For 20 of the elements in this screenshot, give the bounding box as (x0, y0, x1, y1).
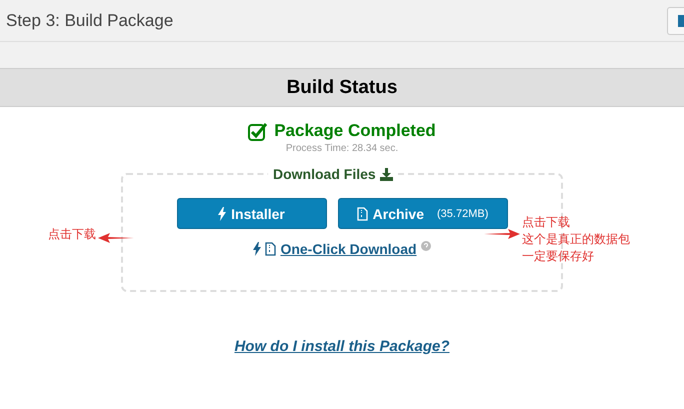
download-icon (380, 168, 393, 180)
help-link[interactable]: How do I install this Package? (234, 338, 450, 355)
lightning-icon (218, 206, 226, 220)
page-title: Step 3: Build Package (6, 10, 174, 30)
file-size: (35.72MB) (437, 208, 488, 220)
panel-icon (678, 14, 684, 26)
lightning-icon (253, 242, 262, 256)
one-click-link[interactable]: One-Click Download (280, 241, 417, 257)
installer-button[interactable]: Installer (176, 198, 326, 229)
annotation-text: 点击下载 (48, 226, 96, 243)
archive-button[interactable]: Archive (35.72MB) (338, 198, 508, 229)
toolbar-button[interactable] (667, 6, 684, 34)
zip-file-icon (265, 242, 276, 256)
annotation-text: 点击下载 这个是真正的数据包 一定要保存好 (522, 214, 630, 265)
process-time: Process Time: 28.34 sec. (286, 143, 398, 154)
status-title: Package Completed (274, 121, 436, 141)
download-legend: Download Files (273, 166, 376, 182)
zip-file-icon (356, 206, 368, 220)
checkbox-check-icon (248, 122, 268, 140)
section-title: Build Status (286, 76, 398, 98)
